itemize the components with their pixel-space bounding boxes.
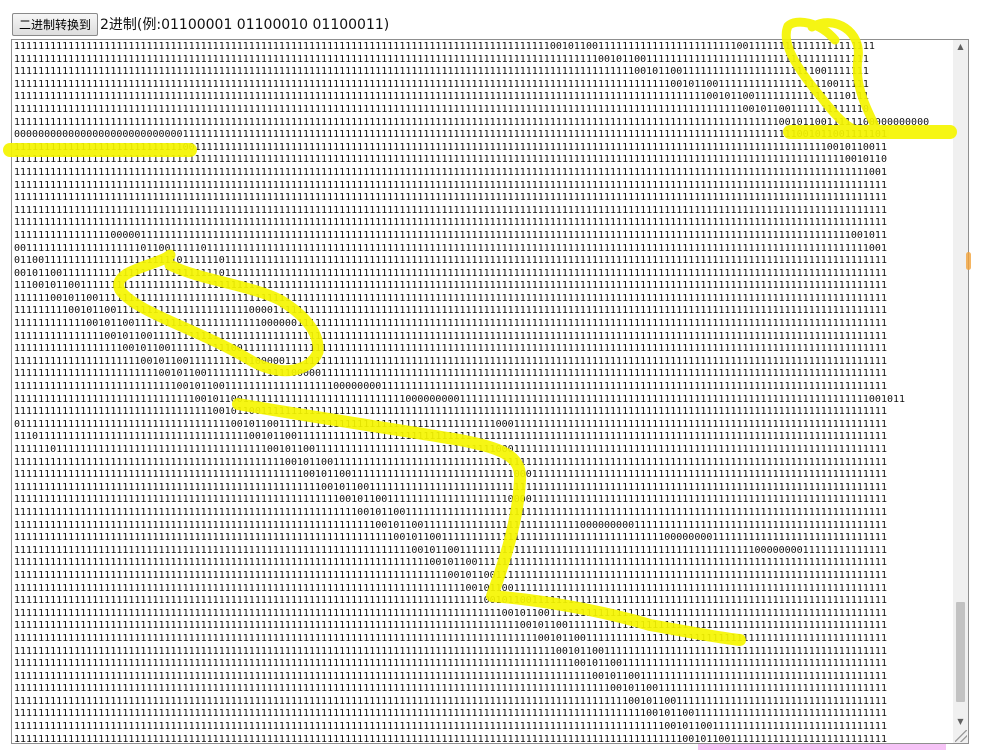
binary-convert-button[interactable]: 二进制转换到 [12,12,99,36]
orange-marker [966,252,971,270]
scroll-up-icon[interactable]: ▲ [953,40,968,54]
binary-text-area-container: ▲ ▼ [11,39,969,744]
resize-grip-icon[interactable] [955,730,967,742]
scroll-down-icon[interactable]: ▼ [953,715,968,729]
pink-strip [698,744,946,750]
toolbar: 二进制转换到 2进制(例:01100001 01100010 01100011) [12,12,389,36]
binary-text-area[interactable] [12,40,954,743]
scrollbar-thumb[interactable] [956,602,965,702]
vertical-scrollbar[interactable]: ▲ ▼ [953,40,968,743]
binary-format-hint: 2进制(例:01100001 01100010 01100011) [100,17,390,33]
